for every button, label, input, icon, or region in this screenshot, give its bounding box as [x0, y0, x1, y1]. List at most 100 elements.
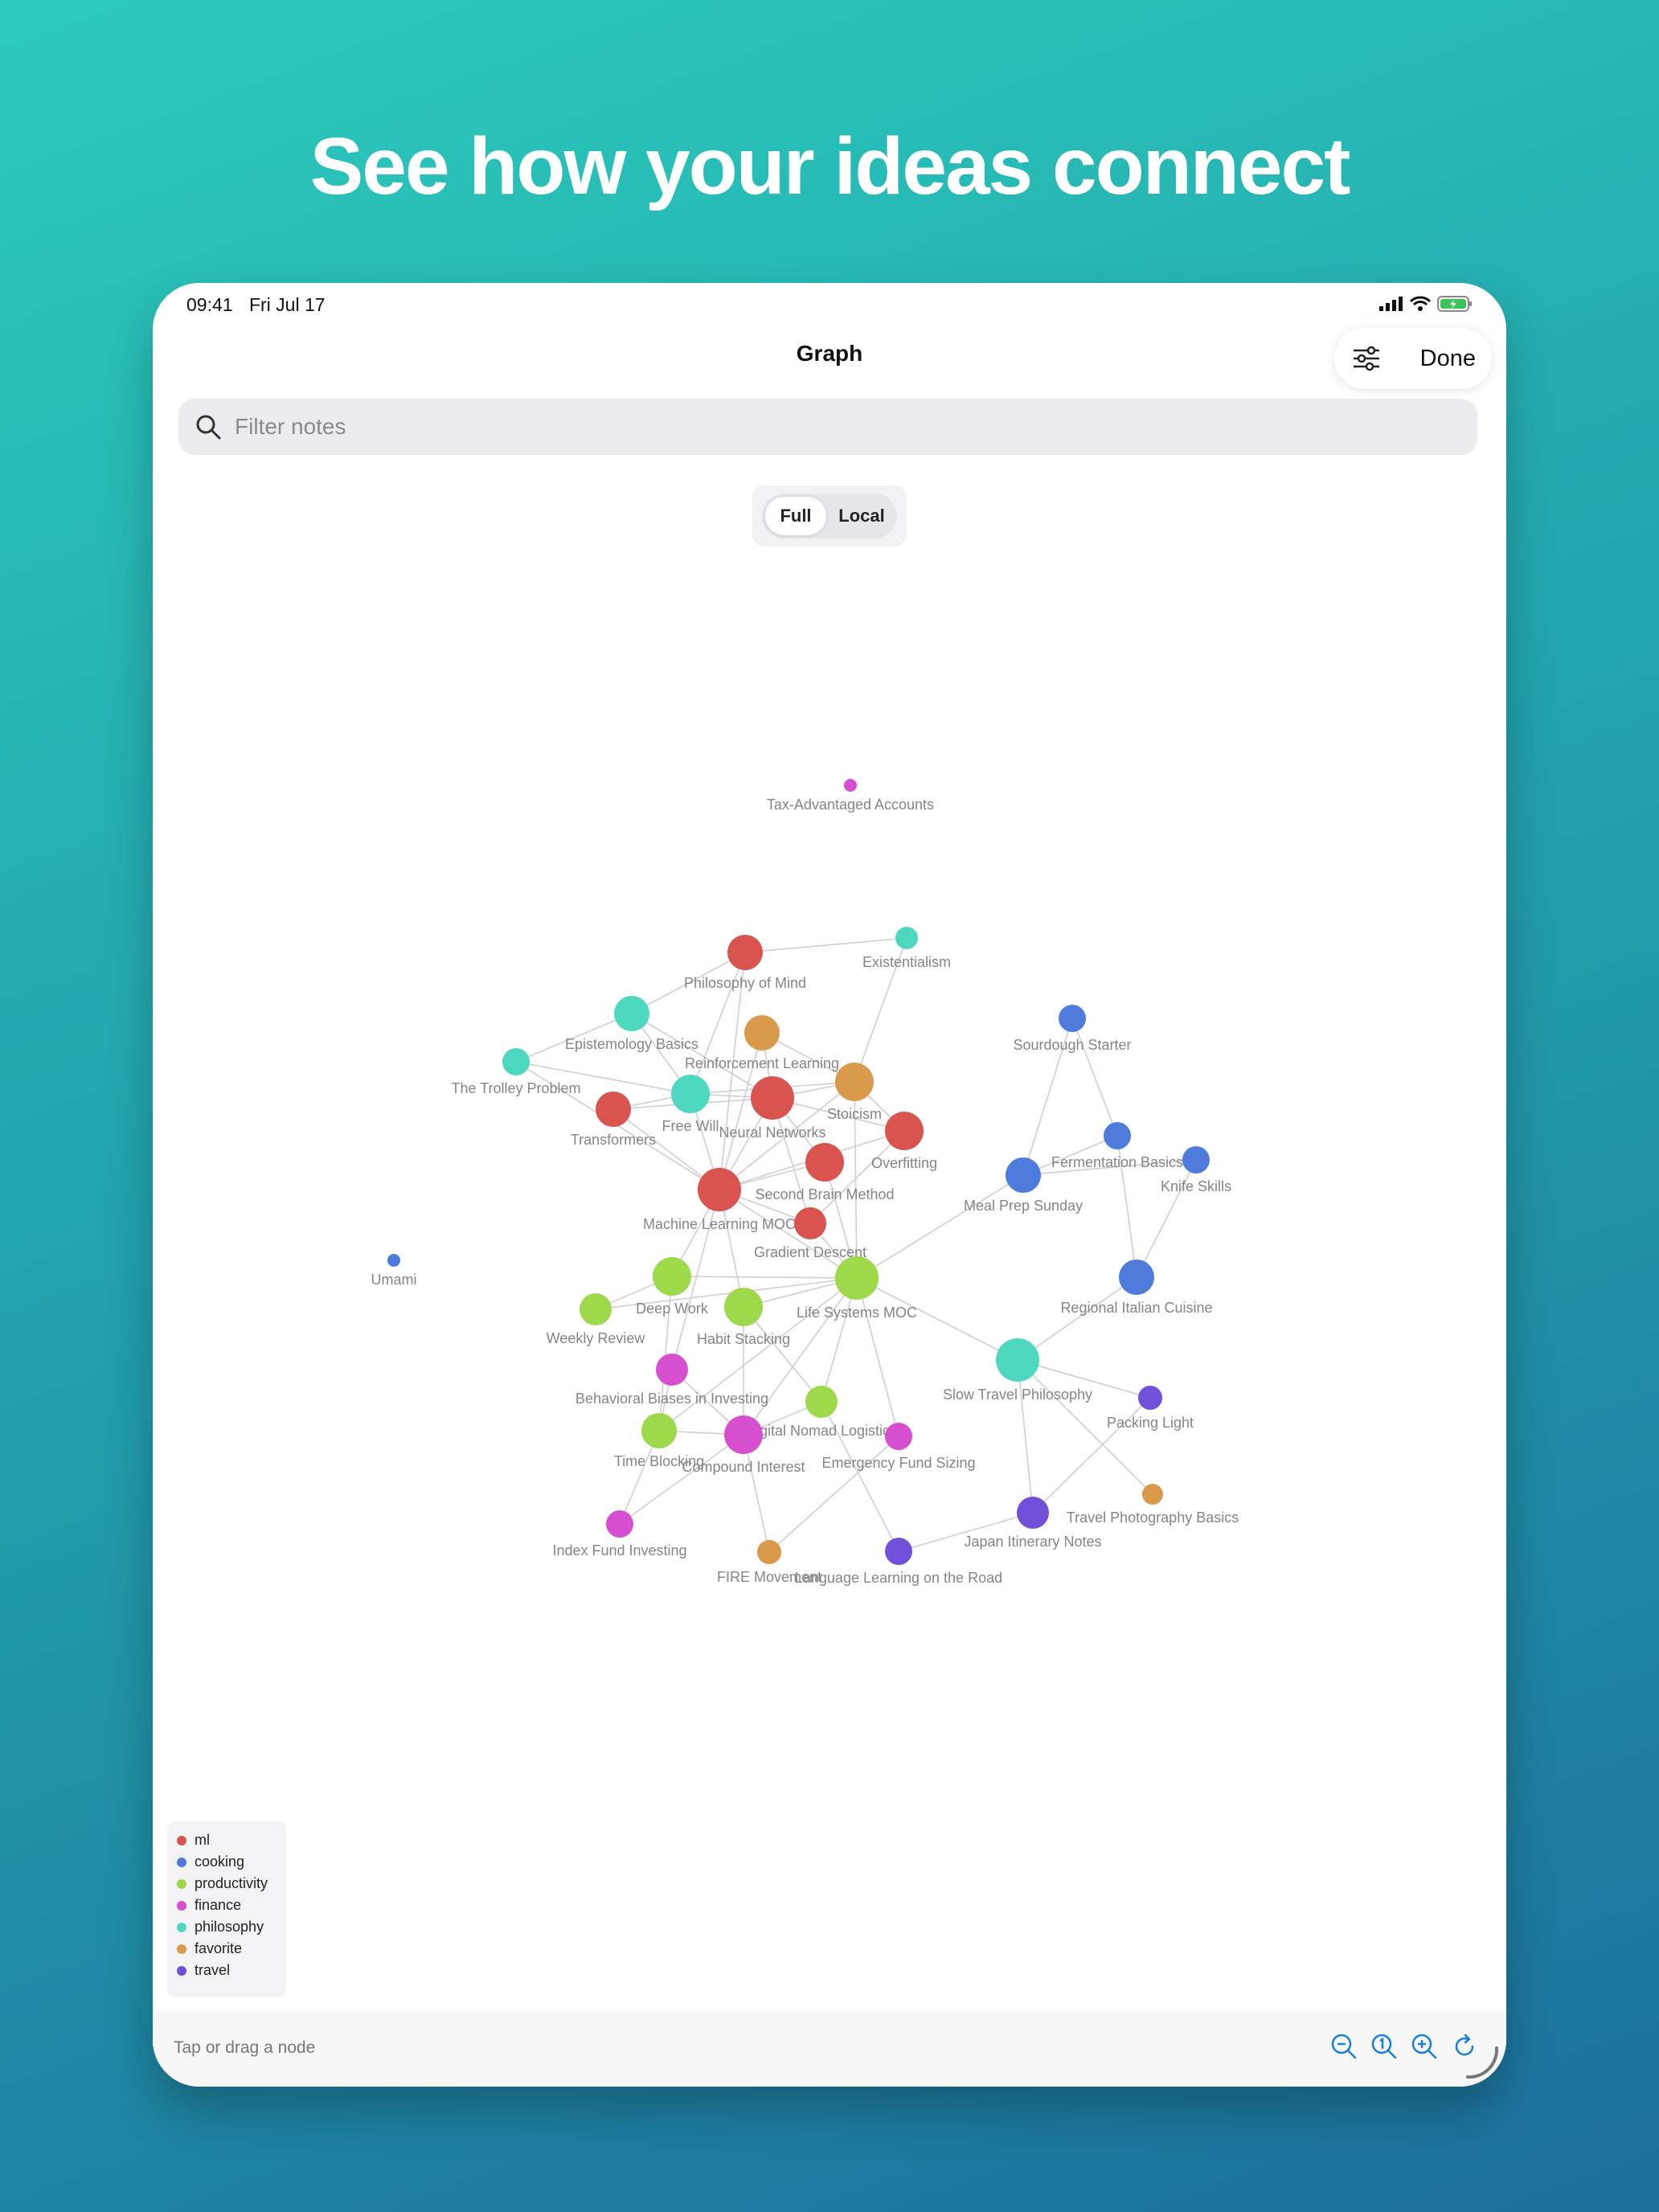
graph-node[interactable] — [751, 1076, 794, 1120]
graph-node[interactable] — [1119, 1260, 1154, 1295]
graph-node[interactable] — [1006, 1157, 1041, 1193]
legend-dot — [177, 1965, 186, 1976]
graph-node[interactable] — [698, 1168, 741, 1211]
legend-label: ml — [195, 1832, 210, 1848]
legend-item-philosophy: philosophy — [167, 1916, 286, 1938]
legend-label: travel — [195, 1962, 231, 1978]
graph-node[interactable] — [794, 1207, 826, 1239]
graph-node-label: Compound Interest — [682, 1459, 805, 1475]
graph-node[interactable] — [596, 1092, 631, 1127]
graph-node[interactable] — [653, 1257, 691, 1296]
legend-label: cooking — [195, 1854, 245, 1870]
graph-node-label: Second Brain Method — [755, 1186, 894, 1202]
graph-node-label: Regional Italian Cuisine — [1060, 1300, 1212, 1316]
graph-node-label: Tax-Advantaged Accounts — [767, 797, 934, 813]
legend-item-cooking: cooking — [167, 1851, 286, 1873]
graph-node[interactable] — [805, 1143, 844, 1182]
graph-node-label: Philosophy of Mind — [684, 975, 806, 991]
graph-edge — [1136, 1159, 1197, 1278]
graph-node[interactable] — [614, 996, 649, 1031]
graph-node[interactable] — [895, 927, 918, 949]
graph-node-label: Sourdough Starter — [1013, 1037, 1131, 1053]
graph-node-label: Index Fund Investing — [552, 1542, 686, 1559]
graph-node-label: Epistemology Basics — [565, 1036, 698, 1052]
legend-item-ml: ml — [167, 1829, 286, 1851]
graph-node[interactable] — [1017, 1497, 1049, 1529]
graph-node[interactable] — [1142, 1484, 1163, 1505]
graph-node-label: Digital Nomad Logistics — [746, 1423, 897, 1439]
graph-node-label: Behavioral Biases in Investing — [576, 1391, 768, 1407]
graph-node-label: Japan Itinerary Notes — [964, 1534, 1101, 1550]
graph-node[interactable] — [580, 1293, 612, 1325]
legend-dot — [177, 1857, 186, 1867]
legend-label: productivity — [195, 1875, 268, 1891]
graph-node[interactable] — [885, 1423, 912, 1450]
graph-node[interactable] — [671, 1075, 710, 1113]
graph-edge — [1017, 1276, 1137, 1361]
graph-node-label: Packing Light — [1107, 1415, 1194, 1431]
graph-node-label: Travel Photography Basics — [1067, 1509, 1239, 1526]
graph-node[interactable] — [1182, 1146, 1210, 1174]
zoom-in-icon[interactable] — [1410, 2032, 1439, 2061]
graph-node-label: Habit Stacking — [697, 1331, 790, 1347]
graph-edge — [744, 937, 907, 953]
graph-node[interactable] — [641, 1413, 677, 1448]
graph-node-label: Language Learning on the Road — [795, 1570, 1002, 1586]
graph-node[interactable] — [387, 1254, 400, 1267]
graph-node[interactable] — [502, 1048, 530, 1075]
graph-node-label: Transformers — [571, 1132, 656, 1148]
graph-node[interactable] — [805, 1386, 838, 1418]
graph-node-label: Overfitting — [871, 1155, 937, 1171]
graph-node-label: Emergency Fund Sizing — [821, 1455, 975, 1471]
graph-node-label: Neural Networks — [719, 1124, 825, 1141]
legend-item-travel: travel — [167, 1960, 286, 1981]
zoom-out-icon[interactable] — [1329, 2032, 1358, 2061]
zoom-reset-icon[interactable] — [1370, 2032, 1399, 2061]
graph-node[interactable] — [727, 935, 763, 970]
graph-edge — [1017, 1359, 1034, 1514]
zoom-tools — [1329, 2032, 1479, 2061]
legend-label: finance — [195, 1897, 242, 1913]
legend-dot — [177, 1878, 186, 1889]
resize-handle-icon — [1466, 2046, 1499, 2079]
graph-node[interactable] — [844, 779, 857, 792]
graph-node[interactable] — [724, 1288, 763, 1326]
graph-edge — [768, 1436, 899, 1553]
graph-node[interactable] — [724, 1415, 763, 1454]
legend-item-productivity: productivity — [167, 1873, 286, 1895]
legend-dot — [177, 1944, 186, 1954]
graph-node-label: Deep Work — [636, 1301, 709, 1317]
legend-dot — [177, 1835, 186, 1845]
legend-label: favorite — [195, 1940, 243, 1956]
graph-node[interactable] — [1138, 1386, 1162, 1410]
legend-item-finance: finance — [167, 1895, 286, 1916]
graph-edge — [856, 1277, 899, 1437]
legend-item-favorite: favorite — [167, 1938, 286, 1960]
legend-dot — [177, 1922, 186, 1932]
graph-node[interactable] — [757, 1540, 781, 1564]
graph-node-label: Free Will — [662, 1118, 719, 1134]
graph-node[interactable] — [835, 1256, 879, 1300]
graph-node[interactable] — [885, 1538, 912, 1565]
graph-node[interactable] — [885, 1112, 924, 1150]
graph-edge — [1071, 1018, 1118, 1137]
graph-node[interactable] — [606, 1510, 633, 1538]
hint-text: Tap or drag a node — [174, 2038, 316, 2057]
legend: ml cooking productivity finance philosop… — [167, 1821, 286, 1997]
graph-nodes: Tax-Advantaged Accounts Philosophy of Min… — [371, 779, 1239, 1586]
graph-node[interactable] — [996, 1338, 1039, 1382]
graph-node[interactable] — [1104, 1122, 1131, 1149]
graph-node-label: Existentialism — [862, 954, 951, 970]
graph-node-label: Knife Skills — [1161, 1178, 1231, 1194]
graph-node[interactable] — [656, 1354, 688, 1386]
graph-node-label: Stoicism — [827, 1106, 882, 1122]
graph-node-label: Life Systems MOC — [797, 1305, 917, 1321]
graph-node-label: Reinforcement Learning — [685, 1055, 839, 1071]
graph-node-label: Fermentation Basics — [1051, 1154, 1183, 1170]
graph-canvas[interactable]: Tax-Advantaged Accounts Philosophy of Min… — [153, 283, 1506, 2011]
graph-node[interactable] — [744, 1015, 780, 1051]
graph-node-label: Slow Travel Philosophy — [943, 1387, 1092, 1403]
graph-node[interactable] — [835, 1063, 874, 1101]
headline: See how your ideas connect — [309, 121, 1351, 211]
graph-node[interactable] — [1059, 1005, 1086, 1032]
